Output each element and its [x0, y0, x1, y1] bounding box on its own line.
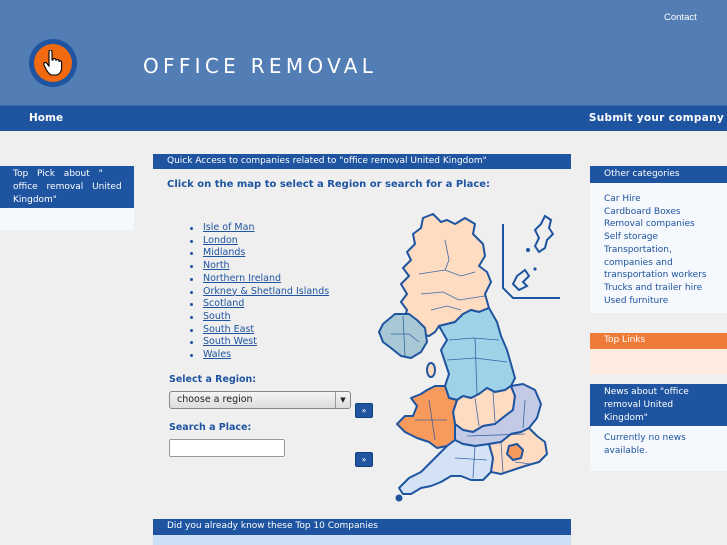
top-pick-box: Top Pick about " office removal United K… — [0, 166, 134, 230]
search-go-button[interactable]: » — [355, 452, 373, 467]
map-region-wales[interactable] — [396, 385, 458, 449]
category-link-cardboard-boxes[interactable]: Cardboard Boxes — [604, 206, 727, 219]
region-item: Scotland — [189, 298, 329, 311]
region-list: Isle of Man London Midlands North Northe… — [189, 222, 329, 362]
map-region-orkney-shetland[interactable] — [502, 214, 560, 299]
logo[interactable] — [29, 39, 77, 87]
region-item: North — [189, 260, 329, 273]
region-select[interactable]: choose a region ▼ — [169, 391, 351, 409]
top-pick-body — [0, 208, 134, 230]
region-link-scotland[interactable]: Scotland — [203, 298, 244, 309]
uk-region-map[interactable] — [375, 210, 560, 505]
region-item: Orkney & Shetland Islands — [189, 286, 329, 299]
region-item: London — [189, 235, 329, 248]
category-link-self-storage[interactable]: Self storage — [604, 231, 727, 244]
search-place-label: Search a Place: — [169, 422, 252, 433]
map-region-isle-of-man[interactable] — [426, 362, 436, 378]
site-header: OFFICE REMOVAL Contact — [0, 0, 727, 105]
region-link-north[interactable]: North — [203, 260, 230, 271]
nav-submit-company-link[interactable]: Submit your company — [589, 112, 724, 124]
top-links-body — [590, 349, 727, 374]
region-item: Northern Ireland — [189, 273, 329, 286]
quick-access-title: Quick Access to companies related to "of… — [153, 154, 571, 169]
news-body: Currently no news available. — [590, 426, 727, 471]
top-links-title: Top Links — [590, 333, 727, 349]
region-link-wales[interactable]: Wales — [203, 349, 231, 360]
top10-title: Did you already know these Top 10 Compan… — [153, 519, 571, 535]
nav-home-link[interactable]: Home — [29, 112, 63, 124]
region-link-northern-ireland[interactable]: Northern Ireland — [203, 273, 281, 284]
region-item: South East — [189, 324, 329, 337]
category-link-used-furniture[interactable]: Used furniture — [604, 295, 727, 308]
region-go-button[interactable]: » — [355, 403, 373, 418]
region-item: Midlands — [189, 247, 329, 260]
top-links-box: Top Links — [590, 333, 727, 374]
search-place-input[interactable] — [169, 439, 285, 457]
category-list: Car Hire Cardboard Boxes Removal compani… — [590, 183, 727, 314]
select-region-label: Select a Region: — [169, 374, 257, 385]
region-link-south-west[interactable]: South West — [203, 336, 257, 347]
region-item: Isle of Man — [189, 222, 329, 235]
other-categories-title: Other categories — [590, 166, 727, 183]
map-region-london[interactable] — [506, 443, 524, 461]
region-link-south-east[interactable]: South East — [203, 324, 254, 335]
map-instruction: Click on the map to select a Region or s… — [167, 179, 491, 190]
chevron-down-icon[interactable]: ▼ — [335, 392, 350, 408]
top-pick-title: Top Pick about " office removal United K… — [0, 166, 134, 208]
contact-link[interactable]: Contact — [664, 12, 697, 23]
category-link-removal-companies[interactable]: Removal companies — [604, 218, 727, 231]
region-item: Wales — [189, 349, 329, 362]
site-title: OFFICE REMOVAL — [143, 54, 378, 78]
region-link-isle-of-man[interactable]: Isle of Man — [203, 222, 254, 233]
news-box: News about "office removal United Kingdo… — [590, 384, 727, 471]
region-item: South — [189, 311, 329, 324]
region-item: South West — [189, 336, 329, 349]
region-select-value: choose a region — [177, 394, 253, 405]
region-link-midlands[interactable]: Midlands — [203, 247, 245, 258]
news-title: News about "office removal United Kingdo… — [590, 384, 727, 426]
category-link-trucks-trailer-hire[interactable]: Trucks and trailer hire — [604, 282, 727, 295]
region-link-south[interactable]: South — [203, 311, 231, 322]
hand-pointer-icon — [34, 44, 72, 82]
category-link-transportation[interactable]: Transportation, companies and transporta… — [604, 244, 727, 282]
top10-body — [153, 535, 571, 545]
category-link-car-hire[interactable]: Car Hire — [604, 193, 727, 206]
region-link-orkney-shetland[interactable]: Orkney & Shetland Islands — [203, 286, 329, 297]
region-link-london[interactable]: London — [203, 235, 238, 246]
main-nav: Home Submit your company — [0, 105, 727, 131]
map-region-south-west[interactable] — [398, 439, 494, 495]
other-categories-box: Other categories Car Hire Cardboard Boxe… — [590, 166, 727, 314]
